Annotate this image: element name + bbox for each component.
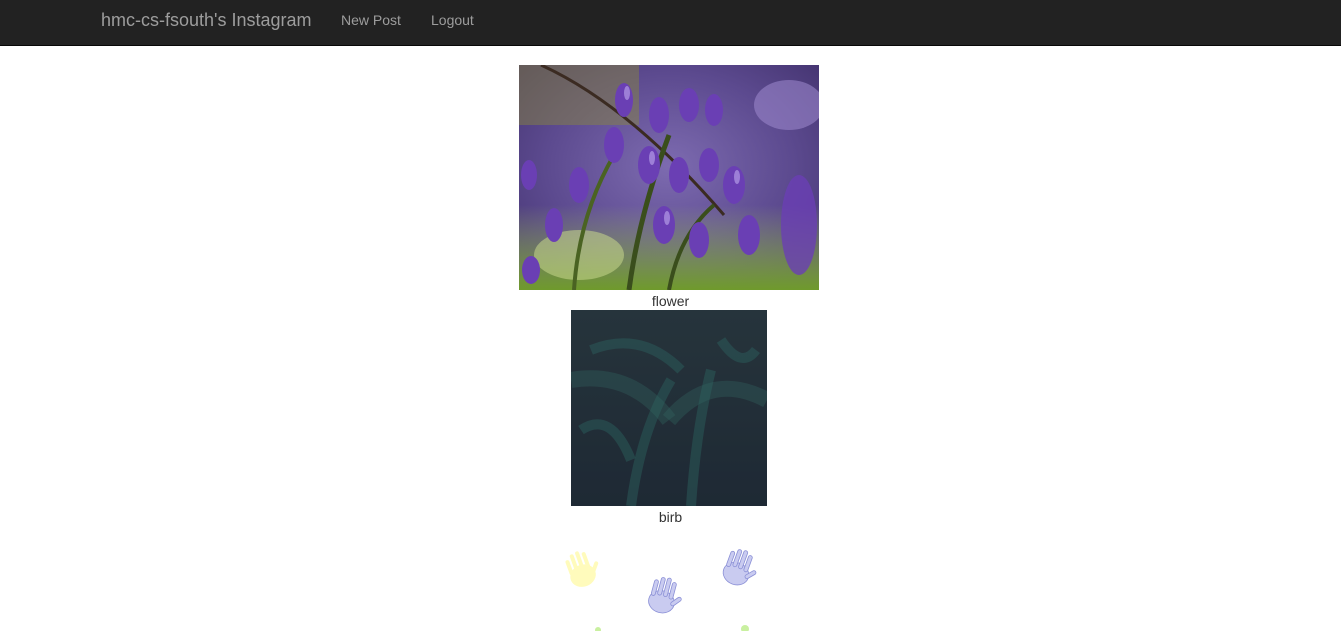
post-image-birb[interactable] <box>571 310 767 506</box>
top-navbar: hmc-cs-fsouth's Instagram New Post Logou… <box>0 0 1341 46</box>
new-post-link[interactable]: New Post <box>341 12 401 28</box>
logout-link[interactable]: Logout <box>431 12 474 28</box>
post-caption-flower: flower <box>651 293 690 309</box>
brand-link[interactable]: hmc-cs-fsouth's Instagram <box>101 10 312 30</box>
post-image-handprints[interactable] <box>545 540 785 631</box>
post-caption-birb: birb <box>658 509 683 525</box>
post-image-flower[interactable] <box>519 65 819 290</box>
